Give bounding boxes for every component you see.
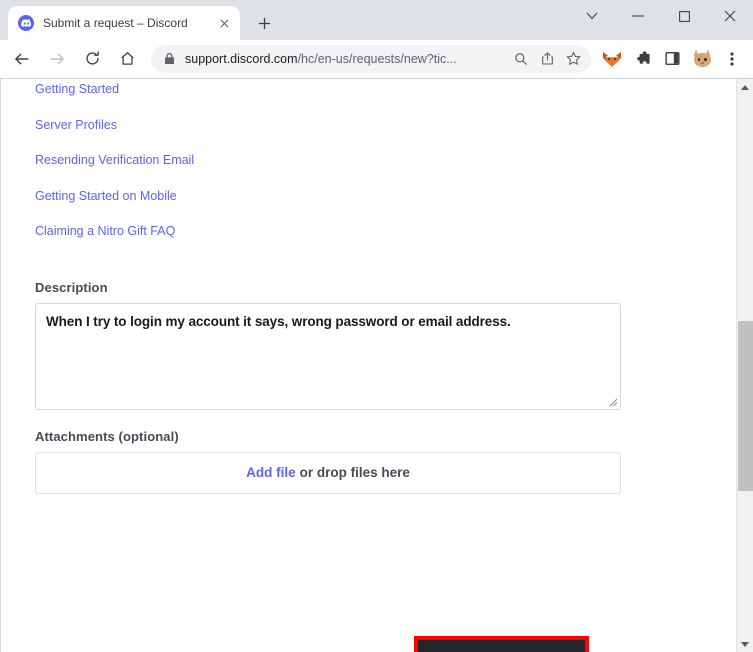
lock-icon (162, 52, 176, 66)
browser-toolbar: support.discord.com/hc/en-us/requests/ne… (0, 40, 753, 78)
attachment-dropzone[interactable]: Add file or drop files here (35, 451, 621, 494)
home-icon[interactable] (113, 45, 141, 73)
suggested-article-link[interactable]: Getting Started (35, 83, 635, 119)
browser-tab-active[interactable]: Submit a request – Discord (8, 6, 240, 40)
tab-search-chevron-down-icon[interactable] (569, 0, 615, 32)
submit-annotation-box: Submit (414, 636, 589, 652)
minimize-icon[interactable] (615, 0, 661, 32)
page-scrollbar[interactable] (736, 79, 753, 652)
url-host: support.discord.com (185, 51, 298, 66)
search-icon[interactable] (509, 47, 533, 71)
tab-title: Submit a request – Discord (43, 16, 188, 30)
drop-files-text: or drop files here (299, 465, 410, 480)
scrollbar-thumb[interactable] (738, 321, 753, 491)
back-arrow-icon[interactable] (8, 45, 36, 73)
suggested-article-link[interactable]: Getting Started on Mobile (35, 189, 635, 226)
submit-button[interactable]: Submit (418, 640, 585, 652)
description-label: Description (35, 279, 108, 295)
close-icon[interactable] (216, 15, 232, 31)
side-panel-icon[interactable] (659, 45, 685, 73)
url-text: support.discord.com/hc/en-us/requests/ne… (185, 52, 507, 66)
close-window-icon[interactable] (707, 0, 753, 32)
suggested-article-link[interactable]: Server Profiles (35, 118, 635, 155)
new-tab-button[interactable] (250, 9, 278, 37)
suggested-article-link[interactable]: Claiming a Nitro Gift FAQ (35, 225, 635, 261)
browser-window: Submit a request – Discord support.disco… (0, 0, 753, 652)
fox-glyph (603, 50, 621, 67)
suggested-article-link[interactable]: Resending Verification Email (35, 154, 635, 190)
url-path: /hc/en-us/requests/new?tic... (297, 51, 457, 66)
page-viewport: Getting Started Server Profiles Resendin… (0, 78, 753, 652)
share-icon[interactable] (535, 47, 559, 71)
description-textarea[interactable]: When I try to login my account it says, … (35, 302, 621, 410)
reload-icon[interactable] (78, 45, 106, 73)
tab-strip: Submit a request – Discord (0, 0, 753, 40)
discord-support-request-page: Getting Started Server Profiles Resendin… (0, 79, 735, 652)
three-dot-menu-icon[interactable] (719, 45, 745, 73)
fox-extension-icon[interactable] (599, 45, 625, 73)
description-value: When I try to login my account it says, … (46, 313, 511, 329)
cat-avatar-icon[interactable] (689, 45, 715, 73)
resize-handle-icon[interactable] (606, 395, 618, 407)
submit-request-form: Getting Started Server Profiles Resendin… (35, 79, 635, 494)
scroll-down-arrow-icon[interactable] (737, 636, 753, 652)
discord-logo-icon (18, 15, 34, 31)
scroll-up-arrow-icon[interactable] (737, 79, 753, 95)
attachments-label: Attachments (optional) (35, 428, 179, 444)
forward-arrow-icon[interactable] (43, 45, 71, 73)
window-controls (569, 0, 753, 32)
address-bar[interactable]: support.discord.com/hc/en-us/requests/ne… (151, 44, 591, 73)
puzzle-piece-icon[interactable] (629, 45, 655, 73)
add-file-link[interactable]: Add file (246, 465, 296, 480)
suggested-articles-list: Getting Started Server Profiles Resendin… (35, 79, 635, 261)
cat-glyph (693, 49, 712, 68)
star-icon[interactable] (561, 47, 585, 71)
maximize-icon[interactable] (661, 0, 707, 32)
